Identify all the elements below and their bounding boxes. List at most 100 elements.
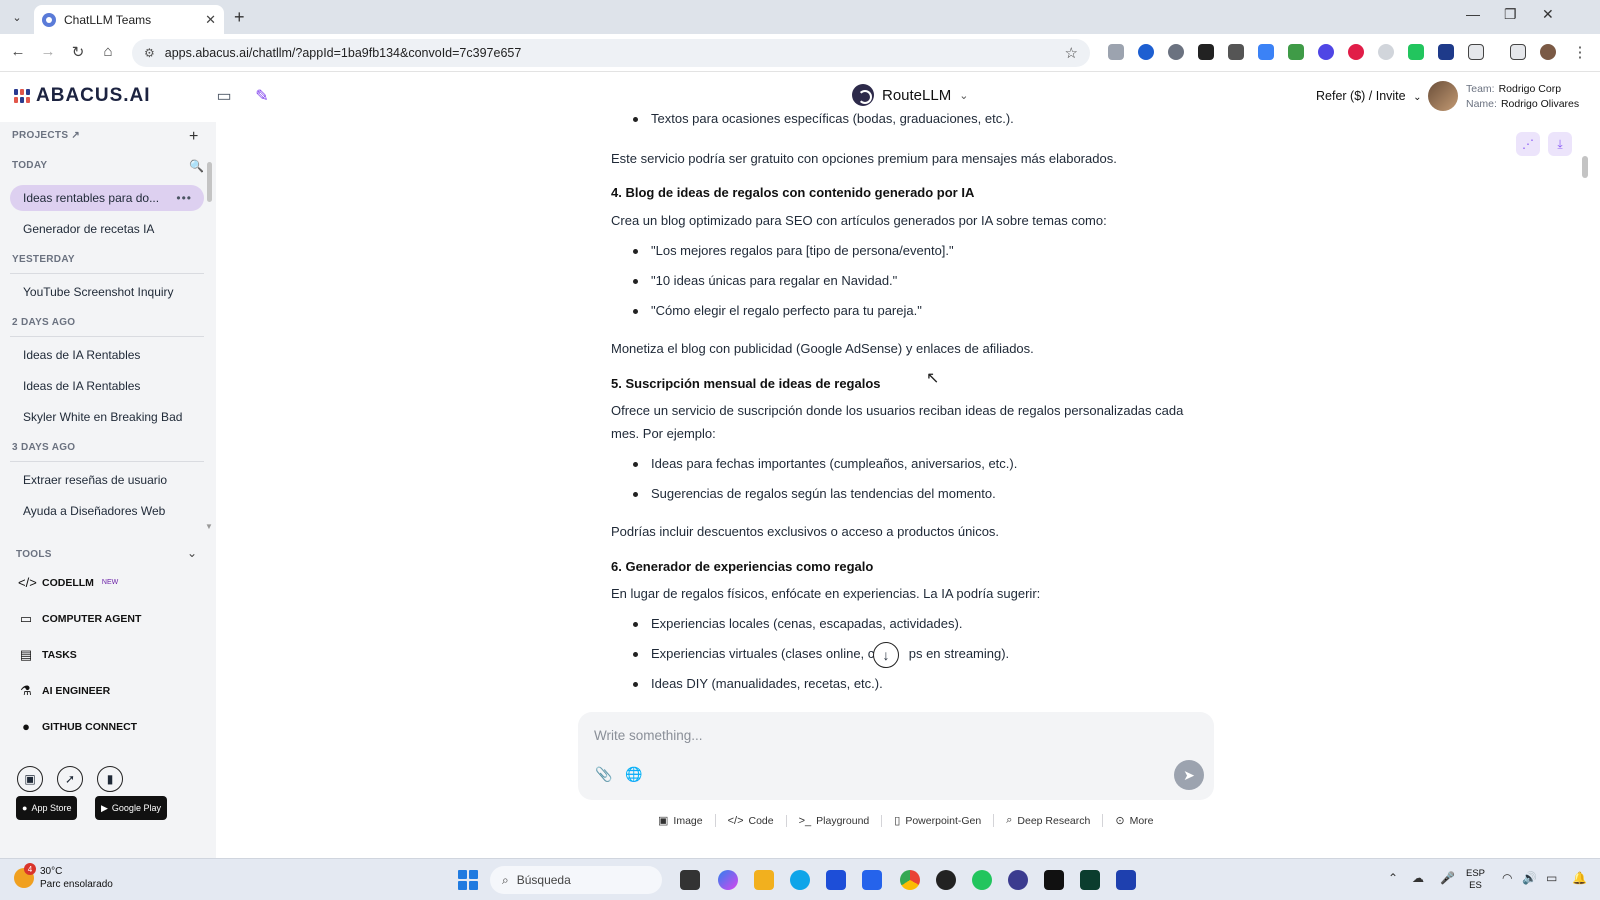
tab-search-icon[interactable]: ⌄: [6, 6, 28, 28]
sparkle-extension-icon[interactable]: [1408, 44, 1424, 60]
leaf-extension-icon[interactable]: [1288, 44, 1304, 60]
more-options-icon[interactable]: •••: [176, 191, 192, 205]
scroll-to-bottom-button[interactable]: ↓: [873, 642, 899, 668]
forward-icon[interactable]: →: [38, 43, 58, 60]
notification-bell-icon[interactable]: 🔔: [1572, 871, 1587, 885]
conversation-item[interactable]: Ideas rentables para do... •••: [10, 185, 204, 211]
add-project-icon[interactable]: +: [189, 128, 198, 146]
tool-codellm[interactable]: </> CODELLM NEW: [18, 575, 118, 590]
font-extension-icon[interactable]: [1198, 44, 1214, 60]
send-button[interactable]: ➤: [1174, 760, 1204, 790]
model-selector[interactable]: RouteLLM ⌄: [852, 84, 968, 106]
browser-menu-icon[interactable]: ⋮: [1570, 43, 1590, 61]
conversation-item[interactable]: Ideas de IA Rentables: [10, 342, 204, 368]
windows-start-icon[interactable]: [458, 870, 478, 890]
profile-avatar-icon[interactable]: [1540, 44, 1556, 60]
quick-image-button[interactable]: ▣ Image: [646, 814, 716, 827]
microphone-icon[interactable]: 🎤: [1440, 871, 1455, 885]
headset-icon[interactable]: [1008, 870, 1028, 890]
url-field[interactable]: ⚙ apps.abacus.ai/chatllm/?appId=1ba9fb13…: [132, 39, 1090, 67]
language-indicator[interactable]: ESP ES: [1466, 868, 1485, 892]
onedrive-icon[interactable]: ☁: [1412, 871, 1424, 885]
quick-powerpoint-button[interactable]: ▯ Powerpoint-Gen: [882, 814, 995, 827]
toggle-sidebar-icon[interactable]: ▭: [214, 86, 234, 106]
projects-header[interactable]: PROJECTS ↗: [12, 130, 80, 141]
window-close-icon[interactable]: ✕: [1542, 6, 1554, 23]
volume-icon[interactable]: 🔊: [1522, 871, 1537, 885]
tool-github-connect[interactable]: ● GITHUB CONNECT: [18, 719, 137, 734]
reload-icon[interactable]: ↻: [68, 43, 88, 61]
tool-computer-agent[interactable]: ▭ COMPUTER AGENT: [18, 611, 142, 627]
task-view-icon[interactable]: [680, 870, 700, 890]
quick-more-button[interactable]: ⊙ More: [1103, 814, 1165, 828]
chat-bot-icon[interactable]: ▣: [17, 766, 43, 792]
minimize-icon[interactable]: —: [1466, 6, 1480, 22]
download-icon[interactable]: [1510, 44, 1526, 60]
share-icon[interactable]: ⋰: [1516, 132, 1540, 156]
globe-icon[interactable]: 🌐: [624, 766, 644, 786]
compass-extension-icon[interactable]: [1378, 44, 1394, 60]
translate-extension-icon[interactable]: [1258, 44, 1274, 60]
store-icon[interactable]: [862, 870, 882, 890]
document-icon[interactable]: ▮: [97, 766, 123, 792]
whatsapp-icon[interactable]: [972, 870, 992, 890]
audio-app-icon[interactable]: [1044, 870, 1064, 890]
obs-icon[interactable]: [936, 870, 956, 890]
quick-deep-research-button[interactable]: ⌕ Deep Research: [994, 814, 1104, 827]
google-play-badge[interactable]: ▶ Google Play: [95, 796, 167, 820]
copilot-icon[interactable]: [718, 870, 738, 890]
conversation-item[interactable]: Skyler White en Breaking Bad: [10, 404, 204, 430]
sidebar-scrollbar[interactable]: [207, 162, 212, 202]
search-icon[interactable]: 🔍: [189, 159, 204, 173]
conversation-item[interactable]: Extraer reseñas de usuario: [10, 467, 204, 493]
edge-icon[interactable]: [790, 870, 810, 890]
quick-code-button[interactable]: </> Code: [716, 814, 787, 827]
new-chat-icon[interactable]: ✎: [252, 86, 272, 106]
tab-close-icon[interactable]: ✕: [205, 12, 216, 28]
quick-playground-button[interactable]: >_ Playground: [787, 814, 883, 827]
chrome-icon[interactable]: [900, 870, 920, 890]
back-icon[interactable]: ←: [8, 43, 28, 60]
file-explorer-icon[interactable]: [754, 870, 774, 890]
new-tab-icon[interactable]: +: [234, 7, 245, 28]
code-extension-icon[interactable]: [1228, 44, 1244, 60]
conversation-item[interactable]: Ideas de IA Rentables: [10, 373, 204, 399]
media-app-icon[interactable]: [1116, 870, 1136, 890]
download-conversation-icon[interactable]: ⤓: [1548, 132, 1572, 156]
app-store-badge[interactable]: ● App Store: [16, 796, 78, 820]
chat-scrollbar[interactable]: [1582, 156, 1588, 178]
compass-icon[interactable]: ➚: [57, 766, 83, 792]
conversation-item[interactable]: Ayuda a Diseñadores Web: [10, 498, 204, 524]
conversation-item[interactable]: YouTube Screenshot Inquiry: [10, 279, 204, 305]
wifi-icon[interactable]: ◠: [1502, 871, 1512, 885]
message-input[interactable]: [594, 724, 1154, 746]
taskbar-search[interactable]: ⌕ Búsqueda: [490, 866, 662, 894]
tool-tasks[interactable]: ▤ TASKS: [18, 647, 77, 663]
gear-extension-icon[interactable]: [1318, 44, 1334, 60]
scroll-down-arrow-icon[interactable]: ▼: [205, 522, 213, 531]
dell-icon[interactable]: [826, 870, 846, 890]
battery-icon[interactable]: ▭: [1546, 871, 1557, 885]
zoom-extension-icon[interactable]: [1168, 44, 1184, 60]
tray-chevron-icon[interactable]: ⌃: [1388, 871, 1398, 885]
site-info-icon[interactable]: ⚙: [144, 46, 155, 60]
refer-invite-button[interactable]: Refer ($) / Invite ⌄: [1316, 89, 1422, 103]
pinterest-icon[interactable]: [1348, 44, 1364, 60]
extension-blue-icon[interactable]: [1138, 44, 1154, 60]
extensions-puzzle-icon[interactable]: [1468, 44, 1484, 60]
abacus-logo[interactable]: ABACUS.AI: [14, 85, 151, 107]
user-avatar[interactable]: [1428, 81, 1458, 111]
restore-icon[interactable]: ❐: [1504, 6, 1517, 23]
shield-extension-icon[interactable]: [1438, 44, 1454, 60]
home-icon[interactable]: ⌂: [98, 43, 118, 60]
tools-collapse-icon[interactable]: ⌄: [187, 546, 197, 560]
app-icon[interactable]: [1080, 870, 1100, 890]
weather-widget[interactable]: 4 30°C Parc ensolarado: [14, 863, 113, 891]
tool-ai-engineer[interactable]: ⚗ AI ENGINEER: [18, 683, 110, 699]
camera-extension-icon[interactable]: [1108, 44, 1124, 60]
bookmark-star-icon[interactable]: ☆: [1065, 44, 1078, 62]
logo-text: ABACUS.AI: [36, 85, 151, 106]
conversation-item[interactable]: Generador de recetas IA: [10, 216, 204, 242]
browser-tab[interactable]: ChatLLM Teams ✕: [34, 5, 224, 34]
attach-paperclip-icon[interactable]: 📎: [594, 766, 614, 786]
